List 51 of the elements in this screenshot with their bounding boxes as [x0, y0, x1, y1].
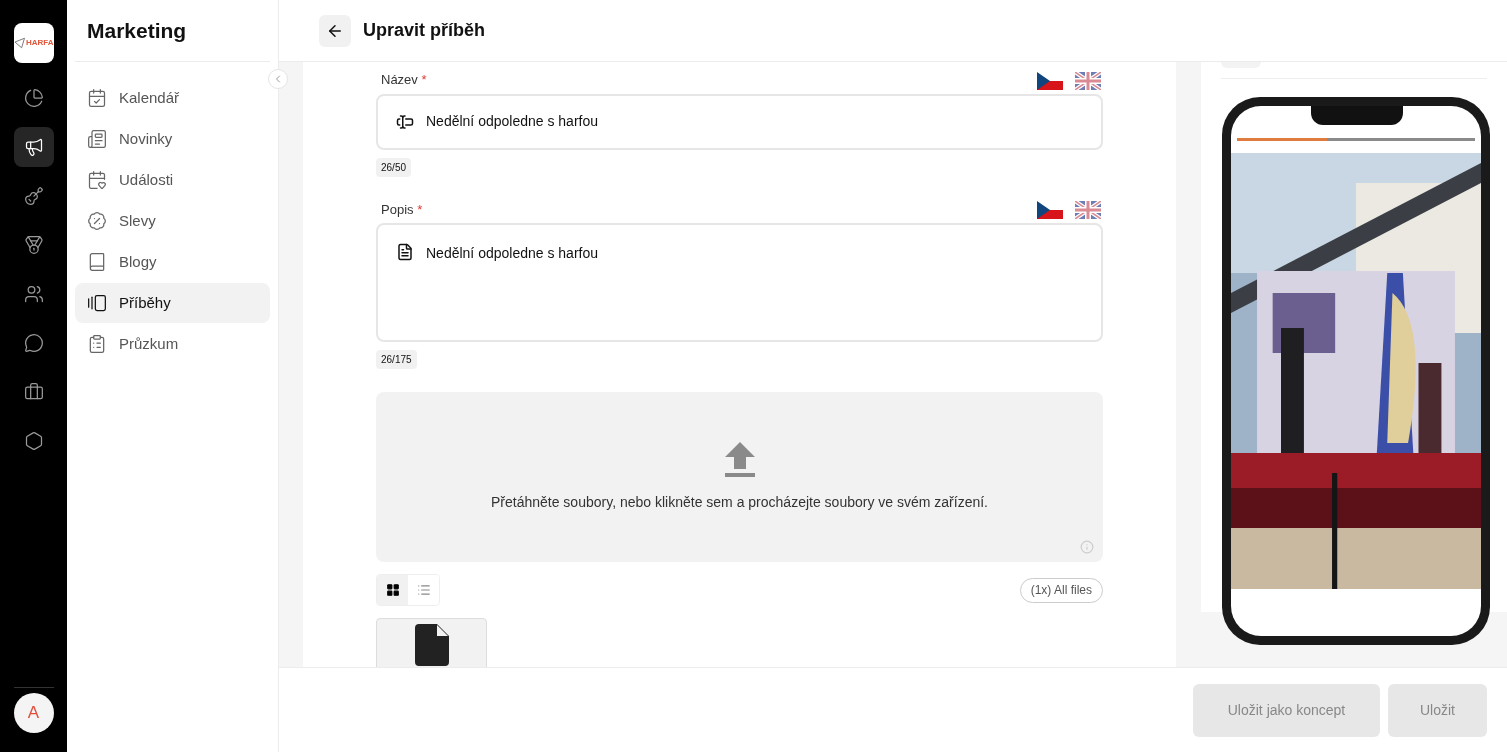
uk-flag-icon[interactable] [1075, 71, 1101, 90]
description-field[interactable]: Nedělní odpoledne s harfou [376, 223, 1103, 342]
users-icon [23, 284, 44, 304]
harp-logo-icon [13, 37, 25, 49]
pie-chart-icon [23, 88, 44, 108]
field-value: Nedělní odpoledne s harfou [426, 244, 599, 263]
briefcase-icon [23, 382, 44, 402]
guitar-icon [23, 186, 44, 206]
sidebar-title: Marketing [87, 17, 187, 44]
book-icon [87, 252, 107, 272]
avatar[interactable]: A [13, 693, 54, 733]
sidebar-item[interactable]: Slevy [75, 201, 270, 241]
sidebar-item[interactable]: Průzkum [75, 324, 270, 364]
character-counter: 26/175 [376, 350, 417, 369]
title-field[interactable]: Nedělní odpoledne s harfou [376, 93, 1103, 150]
sidebar-item[interactable]: Příběhy [75, 283, 270, 323]
sidebar-item[interactable]: Události [75, 160, 270, 200]
news-icon [87, 129, 107, 149]
upload-hint: Přetáhněte soubory, nebo klikněte sem a procházejte soubory ve svém zařízení. [491, 492, 988, 512]
sidebar-item[interactable]: Novinky [75, 119, 270, 159]
czech-flag-icon[interactable] [1037, 71, 1063, 90]
megaphone-icon [23, 137, 44, 157]
medal-icon [23, 235, 44, 255]
page-title: Upravit příběh [363, 19, 486, 42]
text-input-icon [396, 112, 414, 131]
logo[interactable]: HARFA [13, 23, 54, 63]
clipboard-icon [87, 334, 107, 354]
info-icon [1080, 540, 1094, 554]
grid-view-button[interactable] [377, 575, 408, 605]
logo-text: HARFA [25, 37, 54, 49]
field-label: Popis * [380, 200, 423, 219]
field-value: Nedělní odpoledne s harfou [426, 112, 599, 131]
uk-flag-icon[interactable] [1075, 201, 1101, 219]
sidebar-item[interactable]: Blogy [75, 242, 270, 282]
czech-flag-icon[interactable] [1037, 201, 1063, 219]
calendar-heart-icon [87, 170, 107, 190]
calendar-icon [87, 88, 107, 108]
settings-icon [23, 431, 44, 451]
gallery-icon [87, 293, 107, 313]
list-icon [416, 583, 431, 597]
character-counter: 26/50 [376, 157, 412, 177]
sidebar-item[interactable]: Kalendář [75, 78, 270, 118]
rail-button[interactable] [13, 127, 54, 167]
discount-icon [87, 211, 107, 231]
document-icon [396, 243, 414, 261]
grid-icon [385, 583, 400, 597]
upload-dropzone[interactable]: Přetáhněte soubory, nebo klikněte sem a procházejte soubory ve svém zařízení. [376, 392, 1103, 562]
back-button[interactable] [319, 14, 351, 47]
chat-icon [23, 333, 44, 353]
field-label: Název * [380, 71, 427, 89]
upload-icon [724, 441, 755, 478]
